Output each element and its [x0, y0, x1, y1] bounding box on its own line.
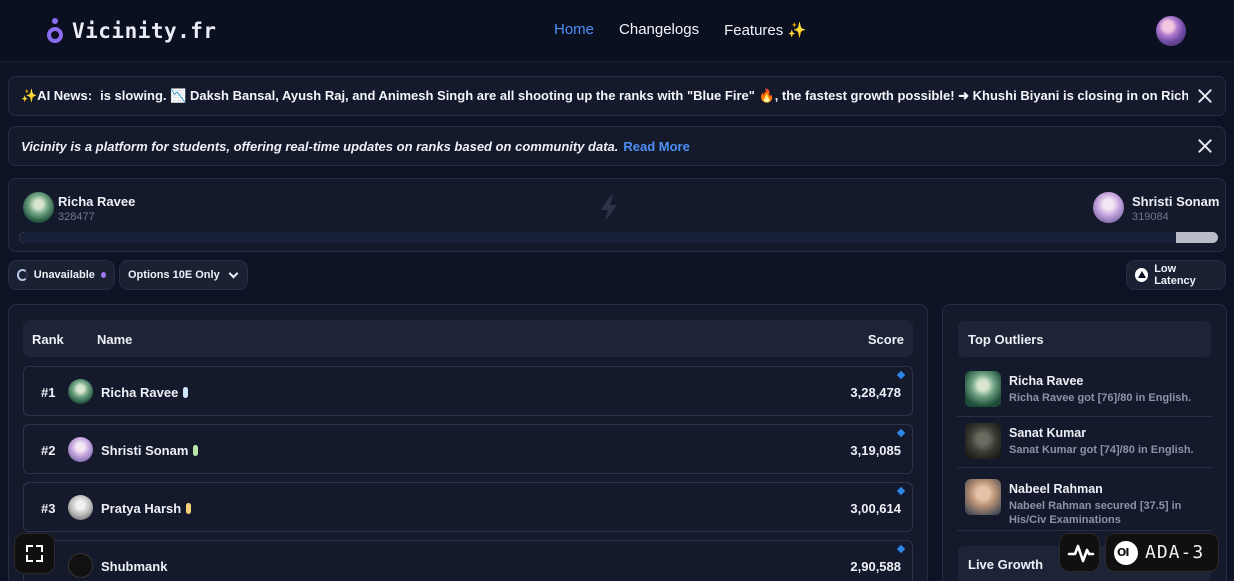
- row-name: Richa Ravee: [101, 385, 179, 400]
- status-label: Unavailable: [33, 269, 95, 281]
- nav-links: Home Changelogs Features ✨: [554, 21, 806, 39]
- versus-progress-fill: [19, 232, 1177, 243]
- outlier-item[interactable]: Nabeel Rahman Nabeel Rahman secured [37.…: [957, 479, 1212, 531]
- versus-panel: Richa Ravee 328477 Shristi Sonam 319084: [8, 178, 1226, 252]
- avatar: [965, 423, 1001, 459]
- row-name: Shristi Sonam: [101, 443, 189, 458]
- info-text: Vicinity is a platform for students, off…: [21, 138, 619, 154]
- news-ticker: ✨AI News: is slowing. 📉 Daksh Bansal, Ay…: [8, 76, 1226, 116]
- logo-icon: [46, 18, 64, 44]
- row-name: Pratya Harsh: [101, 501, 182, 516]
- table-row[interactable]: #3 Pratya Harsh 3,00,614: [23, 482, 913, 532]
- top-outliers-header: Top Outliers: [958, 321, 1211, 357]
- flame-icon: [186, 503, 192, 514]
- status-pill[interactable]: Unavailable: [8, 260, 115, 290]
- leaderboard-header: Rank Name Score: [23, 320, 913, 357]
- avatar: [68, 379, 93, 404]
- outlier-text: Richa Ravee got [76]/80 in English.: [1009, 392, 1192, 404]
- row-name-cell: Pratya Harsh: [101, 501, 192, 516]
- rank-column-header: Rank: [32, 332, 64, 347]
- read-more-link[interactable]: Read More: [623, 139, 689, 154]
- outlier-item[interactable]: Richa Ravee Richa Ravee got [76]/80 in E…: [957, 371, 1212, 417]
- leader-name: Richa Ravee: [58, 194, 136, 209]
- row-rank: #2: [41, 443, 56, 458]
- avatar: [68, 495, 93, 520]
- leaderboard: Rank Name Score #1 Richa Ravee 3,28,478 …: [8, 304, 928, 581]
- row-score: 2,90,588: [850, 559, 901, 574]
- avatar: [68, 437, 93, 462]
- row-name-cell: Richa Ravee: [101, 385, 189, 400]
- options-label: Options 10E Only: [128, 269, 220, 281]
- news-text: is slowing. 📉 Daksh Bansal, Ayush Raj, a…: [100, 88, 1189, 103]
- trend-dot-icon: [896, 544, 906, 554]
- outlier-name: Sanat Kumar: [1009, 426, 1087, 440]
- latency-label: Low Latency: [1154, 263, 1196, 287]
- nav-link-changelogs[interactable]: Changelogs: [619, 21, 699, 39]
- challenger-score: 319084: [1132, 211, 1169, 223]
- nav-link-features[interactable]: Features ✨: [724, 21, 806, 39]
- info-banner: Vicinity is a platform for students, off…: [8, 126, 1226, 166]
- avatar: [965, 479, 1001, 515]
- chevron-down-icon: [228, 268, 239, 278]
- avatar: [965, 371, 1001, 407]
- close-info-icon[interactable]: [1197, 138, 1213, 154]
- ada-logo-icon: [1114, 540, 1138, 565]
- row-score: 3,19,085: [850, 443, 901, 458]
- loading-spinner-icon: [17, 269, 28, 281]
- user-avatar[interactable]: [1156, 16, 1186, 46]
- brand-logo[interactable]: Vicinity.fr: [46, 18, 217, 44]
- leader-score: 328477: [58, 211, 95, 223]
- close-news-icon[interactable]: [1197, 88, 1213, 104]
- flame-icon: [183, 387, 189, 398]
- avatar: [68, 553, 93, 578]
- outlier-name: Nabeel Rahman: [1009, 482, 1103, 496]
- fullscreen-button[interactable]: [14, 533, 55, 574]
- latency-toggle[interactable]: Low Latency: [1126, 260, 1226, 290]
- challenger-name: Shristi Sonam: [1132, 194, 1220, 209]
- flame-icon: [193, 445, 199, 456]
- leader-avatar: [23, 192, 54, 223]
- trend-dot-icon: [896, 486, 906, 496]
- versus-progress-bar: [19, 232, 1218, 243]
- outlier-text: Sanat Kumar got [74]/80 in English.: [1009, 444, 1194, 456]
- latency-icon: [1135, 268, 1149, 282]
- outlier-item[interactable]: Sanat Kumar Sanat Kumar got [74]/80 in E…: [957, 423, 1212, 468]
- table-row[interactable]: #2 Shristi Sonam 3,19,085: [23, 424, 913, 474]
- table-row[interactable]: #4 Shubmank 2,90,588: [23, 540, 913, 581]
- outlier-text: Nabeel Rahman secured [37.5] in His/Civ …: [1009, 500, 1182, 526]
- pulse-icon: [1067, 544, 1095, 563]
- row-rank: #1: [41, 385, 56, 400]
- ada-assistant-button[interactable]: ADA-3: [1105, 533, 1219, 572]
- row-name-cell: Shristi Sonam: [101, 443, 199, 458]
- score-column-header: Score: [867, 332, 904, 347]
- top-navbar: Vicinity.fr Home Changelogs Features ✨: [0, 0, 1234, 62]
- trend-dot-icon: [896, 428, 906, 438]
- row-score: 3,28,478: [850, 385, 901, 400]
- ada-label: ADA-3: [1145, 542, 1205, 563]
- table-row[interactable]: #1 Richa Ravee 3,28,478: [23, 366, 913, 416]
- name-column-header: Name: [97, 332, 133, 347]
- brand-name: Vicinity.fr: [72, 19, 217, 43]
- challenger-avatar: [1093, 192, 1124, 223]
- options-dropdown[interactable]: Options 10E Only: [119, 260, 248, 290]
- trend-dot-icon: [896, 370, 906, 380]
- row-name: Shubmank: [101, 559, 168, 574]
- row-score: 3,00,614: [850, 501, 901, 516]
- activity-button[interactable]: [1059, 533, 1100, 572]
- row-rank: #3: [41, 501, 56, 516]
- lightning-icon: [601, 195, 617, 221]
- outlier-name: Richa Ravee: [1009, 374, 1084, 388]
- status-dot-icon: [100, 272, 106, 278]
- nav-link-home[interactable]: Home: [554, 21, 594, 39]
- news-label: ✨AI News:: [21, 88, 93, 103]
